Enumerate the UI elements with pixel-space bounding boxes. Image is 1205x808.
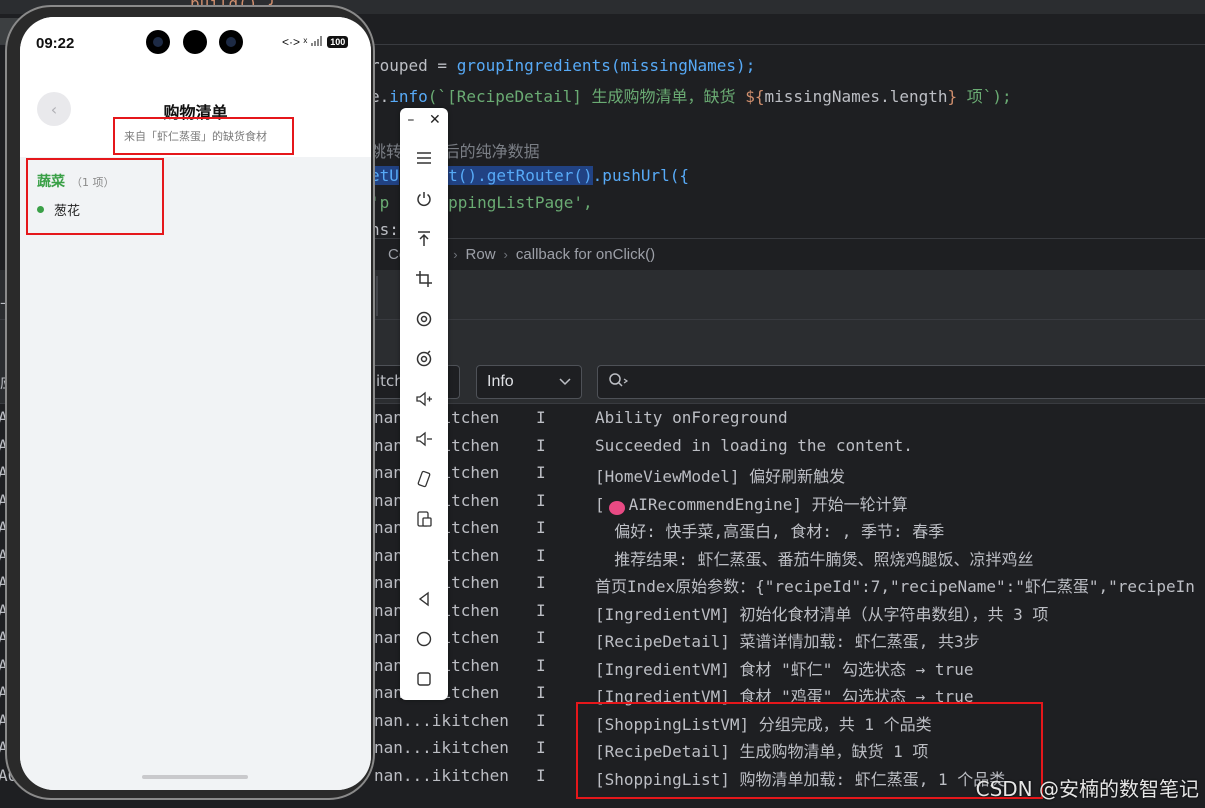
log-package: nan...ikitchen: [374, 738, 509, 757]
signal-icon: [311, 35, 323, 49]
shake-icon[interactable]: [409, 466, 439, 492]
log-level: I: [536, 765, 546, 785]
log-message-text: 推荐结果: 虾仁蒸蛋、番茄牛腩煲、照烧鸡腿饭、凉拌鸡丝: [595, 549, 1034, 569]
log-level: I: [536, 655, 546, 675]
back-icon[interactable]: [409, 586, 439, 612]
screenshot-icon[interactable]: [409, 346, 439, 372]
breadcrumb-item[interactable]: callback for onClick(): [516, 246, 655, 263]
highlight-box-category: [26, 158, 164, 235]
camera-icon: [219, 30, 243, 54]
log-level: I: [536, 545, 546, 565]
log-message-text: [RecipeDetail] 菜谱详情加载: 虾仁蒸蛋, 共3步: [595, 632, 980, 651]
log-package: nan...ikitchen: [374, 710, 509, 730]
code-line-1: rouped = groupIngredients(missingNames);: [370, 56, 756, 75]
code-line-2: e.info(`[RecipeDetail] 生成购物清单，缺货 ${missi…: [370, 87, 1012, 106]
log-message: Ability onForeground: [595, 408, 788, 427]
log-message: [ AIRecommendEngine] 开始一轮计算: [595, 491, 908, 515]
minimize-icon[interactable]: –: [407, 112, 414, 128]
log-level: I: [536, 490, 546, 510]
log-message: 首页Index原始参数：{"recipeId":7,"recipeName":"…: [595, 573, 1195, 597]
log-level: I: [536, 573, 546, 592]
log-message-text: [HomeViewModel] 偏好刷新触发: [595, 467, 846, 486]
shopping-list: 蔬菜 （1 项） 葱花: [20, 157, 371, 790]
camera-icon: [146, 30, 170, 54]
log-level: I: [536, 738, 546, 757]
power-icon[interactable]: [409, 186, 439, 212]
log-message: [IngredientVM] 初始化食材清单（从字符串数组），共 3 项: [595, 601, 1048, 625]
crop-icon[interactable]: [409, 266, 439, 292]
recents-icon[interactable]: [409, 666, 439, 692]
panel-splitter[interactable]: [376, 276, 378, 316]
log-message: Succeeded in loading the content.: [595, 436, 913, 455]
log-level-value: Info: [487, 373, 514, 390]
log-message: [IngredientVM] 食材 "虾仁" 勾选状态 → true: [595, 656, 973, 680]
log-message-text: [IngredientVM] 初始化食材清单（从字符串数组），共 3 项: [595, 604, 1049, 624]
log-message: 推荐结果: 虾仁蒸蛋、番茄牛腩煲、照烧鸡腿饭、凉拌鸡丝: [595, 546, 1034, 570]
log-message: [HomeViewModel] 偏好刷新触发: [595, 463, 845, 487]
log-level: I: [536, 683, 546, 702]
log-message-prefix: [: [595, 494, 605, 514]
fold-icon[interactable]: [409, 506, 439, 532]
volume-down-icon[interactable]: [409, 426, 439, 452]
toolbar-window-controls: – ✕: [400, 112, 448, 128]
log-message-text: 偏好: 快手菜,高蛋白, 食材: , 季节: 春季: [595, 522, 945, 541]
chevron-down-icon: [559, 373, 571, 391]
pin-top-icon[interactable]: [409, 226, 439, 252]
highlight-box-subtitle: [113, 117, 294, 155]
log-level: I: [536, 628, 546, 647]
log-level: I: [536, 600, 546, 620]
log-message-text: Ability onForeground: [595, 408, 788, 427]
log-level-select[interactable]: Info: [476, 365, 582, 399]
log-level: I: [536, 435, 546, 455]
home-icon[interactable]: [409, 626, 439, 652]
log-level: I: [536, 518, 546, 537]
highlight-box-logs: [576, 702, 1043, 799]
log-message-text: 首页Index原始参数：{"recipeId":7,"recipeName":"…: [595, 577, 1195, 596]
status-icons: <·> ˣ 100: [282, 35, 349, 49]
home-indicator[interactable]: [142, 775, 248, 779]
close-icon[interactable]: ✕: [429, 112, 441, 128]
breadcrumb-item[interactable]: Row: [466, 246, 496, 263]
battery-icon: 100: [327, 36, 349, 48]
log-search-input[interactable]: [597, 365, 1205, 399]
log-message-text: [IngredientVM] 食材 "虾仁" 勾选状态 → true: [595, 659, 974, 679]
search-icon: [608, 372, 630, 392]
brain-emoji-icon: [608, 500, 625, 515]
rotate-icon[interactable]: [409, 306, 439, 332]
log-message: 偏好: 快手菜,高蛋白, 食材: , 季节: 春季: [595, 518, 944, 542]
breadcrumb: Co › Row › callback for onClick(): [370, 238, 1205, 270]
code-line-comment: 跳转 分组后的纯净数据: [370, 142, 540, 161]
log-level: I: [536, 408, 546, 427]
emulator-toolbar: – ✕: [400, 108, 448, 700]
log-level: I: [536, 463, 546, 482]
log-message-text: Succeeded in loading the content.: [595, 435, 913, 455]
status-bar: 09:22 <·> ˣ 100: [20, 17, 371, 67]
camera-icon: [183, 30, 207, 54]
status-time: 09:22: [36, 35, 75, 52]
breadcrumb-separator: ›: [453, 247, 458, 262]
log-message: [RecipeDetail] 菜谱详情加载: 虾仁蒸蛋, 共3步: [595, 628, 980, 652]
log-level: I: [536, 710, 546, 730]
breadcrumb-separator: ›: [503, 247, 508, 262]
log-message-text: AIRecommendEngine] 开始一轮计算: [628, 494, 908, 514]
network-icon: <·> ˣ: [282, 35, 308, 49]
menu-icon[interactable]: [409, 145, 439, 171]
volume-up-icon[interactable]: [409, 386, 439, 412]
watermark: CSDN @安楠的数智笔记: [975, 777, 1199, 801]
log-package: nan...ikitchen: [374, 765, 509, 785]
